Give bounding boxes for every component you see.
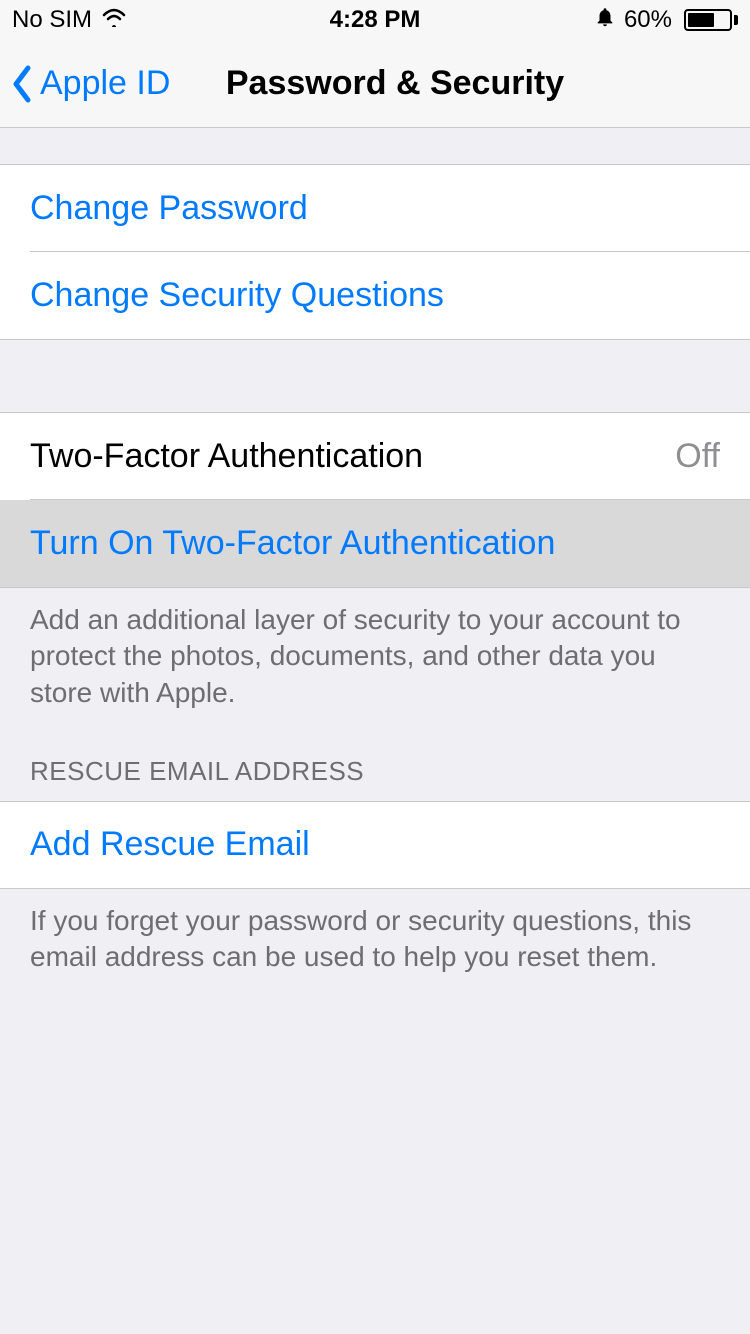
cell-label: Change Security Questions: [30, 276, 444, 315]
status-time: 4:28 PM: [330, 6, 421, 34]
change-password-button[interactable]: Change Password: [0, 164, 750, 252]
battery-icon: [680, 9, 738, 31]
two-factor-status-row[interactable]: Two-Factor Authentication Off: [0, 412, 750, 500]
add-rescue-email-button[interactable]: Add Rescue Email: [0, 801, 750, 889]
change-security-questions-button[interactable]: Change Security Questions: [0, 252, 750, 340]
back-button[interactable]: Apple ID: [10, 64, 170, 104]
back-label: Apple ID: [40, 64, 170, 103]
status-bar: No SIM 4:28 PM 60%: [0, 0, 750, 40]
page-title: Password & Security: [226, 64, 564, 103]
chevron-left-icon: [10, 64, 34, 104]
cell-label: Change Password: [30, 189, 308, 228]
cell-label: Add Rescue Email: [30, 825, 310, 864]
rescue-email-header: Rescue Email Address: [0, 725, 750, 801]
cell-label: Two-Factor Authentication: [30, 437, 423, 476]
battery-percent: 60%: [624, 6, 672, 34]
two-factor-value: Off: [675, 437, 720, 476]
navigation-bar: Apple ID Password & Security: [0, 40, 750, 128]
two-factor-footer: Add an additional layer of security to y…: [0, 588, 750, 725]
turn-on-two-factor-button[interactable]: Turn On Two-Factor Authentication: [0, 500, 750, 588]
rescue-email-footer: If you forget your password or security …: [0, 889, 750, 990]
cell-label: Turn On Two-Factor Authentication: [30, 524, 555, 563]
carrier-label: No SIM: [12, 6, 92, 34]
wifi-icon: [100, 6, 128, 34]
alarm-icon: [594, 6, 616, 35]
